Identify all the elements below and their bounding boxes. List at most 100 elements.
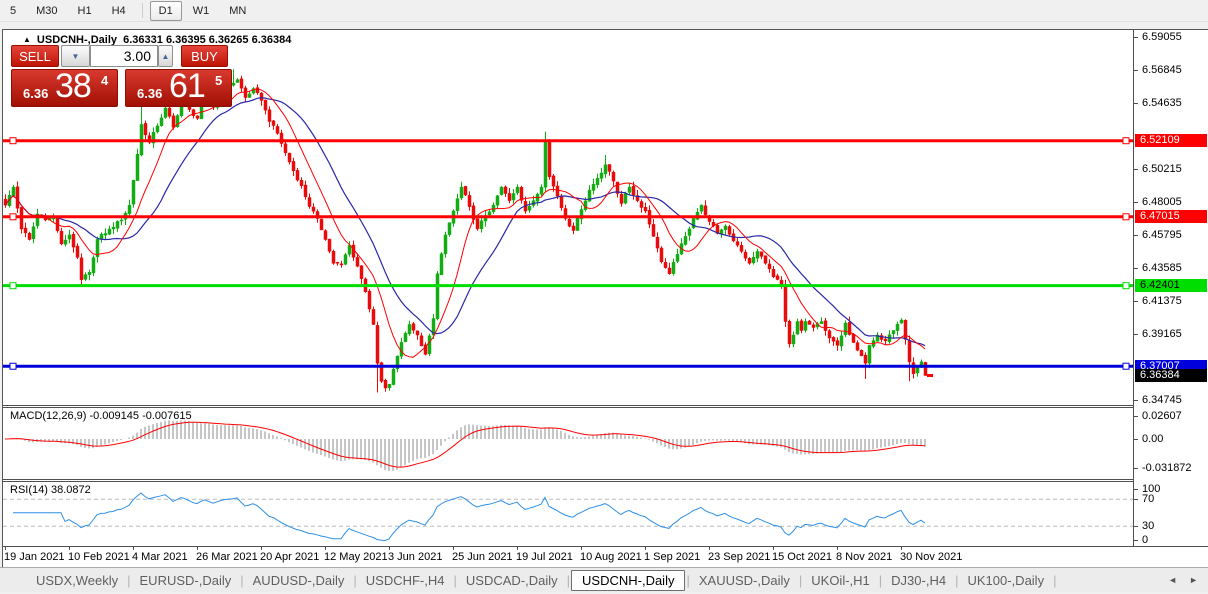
tab-scroll-left-icon[interactable]: ◄ xyxy=(1168,575,1177,585)
timeframe-h1[interactable]: H1 xyxy=(69,1,101,21)
date-tick-label: 8 Nov 2021 xyxy=(836,551,892,563)
pane-separator[interactable] xyxy=(3,481,1208,482)
date-tick-mark xyxy=(261,546,262,550)
price-tick-mark xyxy=(1134,235,1138,236)
date-tick-mark xyxy=(773,546,774,550)
date-tick-label: 15 Oct 2021 xyxy=(772,551,832,563)
line-handle xyxy=(10,214,16,220)
line-handle xyxy=(1123,138,1129,144)
buy-button[interactable]: BUY xyxy=(181,45,228,67)
current-price-label: 6.36384 xyxy=(1135,369,1207,382)
rsi-tick-label: 0 xyxy=(1142,534,1148,546)
macd-tick-mark xyxy=(1134,439,1138,440)
chart-tab-uk100[interactable]: UK100-,Daily xyxy=(959,570,1052,591)
rsi-indicator-label: RSI(14) 38.0872 xyxy=(10,484,91,496)
chart-tab-dj30[interactable]: DJ30-,H4 xyxy=(883,570,954,591)
price-tick-label: 6.54635 xyxy=(1142,97,1182,109)
date-tick-label: 30 Nov 2021 xyxy=(900,551,962,563)
chart-tab-usdx[interactable]: USDX,Weekly xyxy=(28,570,126,591)
timeframe-toolbar: 5M30H1H4 D1W1MN xyxy=(0,0,1208,22)
rsi-tick-mark xyxy=(1134,499,1138,500)
line-handle xyxy=(1123,283,1129,289)
chart-tab-usdchf[interactable]: USDCHF-,H4 xyxy=(358,570,453,591)
date-tick-mark xyxy=(517,546,518,550)
level-price-label: 6.42401 xyxy=(1135,279,1207,292)
sell-button[interactable]: SELL xyxy=(11,45,59,67)
chart-tab-xauusd[interactable]: XAUUSD-,Daily xyxy=(691,570,798,591)
price-tick-label: 6.56845 xyxy=(1142,64,1182,76)
price-tick-label: 6.59055 xyxy=(1142,31,1182,43)
tab-scroll-right-icon[interactable]: ► xyxy=(1189,575,1198,585)
price-tick-mark xyxy=(1134,334,1138,335)
triangle-up-icon: ▲ xyxy=(162,52,170,61)
price-tick-mark xyxy=(1134,70,1138,71)
macd-tick-label: 0.02607 xyxy=(1142,410,1182,422)
line-handle xyxy=(10,283,16,289)
timeframe-5[interactable]: 5 xyxy=(1,1,25,21)
chart-tab-bar: USDX,Weekly|EURUSD-,Daily|AUDUSD-,Daily|… xyxy=(0,567,1208,592)
rsi-tick-mark xyxy=(1134,489,1138,490)
price-tick-mark xyxy=(1134,202,1138,203)
time-axis[interactable]: 19 Jan 202110 Feb 20214 Mar 202126 Mar 2… xyxy=(3,550,1133,566)
date-tick-label: 10 Aug 2021 xyxy=(580,551,642,563)
macd-histogram xyxy=(5,420,925,471)
macd-tick-label: -0.031872 xyxy=(1142,462,1192,474)
chart-tab-eurusd[interactable]: EURUSD-,Daily xyxy=(132,570,240,591)
buy-price-pips: 61 xyxy=(169,67,205,106)
macd-tick-mark xyxy=(1134,416,1138,417)
price-tick-mark xyxy=(1134,400,1138,401)
date-tick-label: 23 Sep 2021 xyxy=(708,551,770,563)
sell-price-point: 4 xyxy=(101,73,108,88)
level-price-label: 6.47015 xyxy=(1135,210,1207,223)
date-tick-label: 25 Jun 2021 xyxy=(452,551,513,563)
timeframe-d1[interactable]: D1 xyxy=(150,1,182,21)
triangle-down-icon: ▼ xyxy=(72,52,80,61)
timeframe-mn[interactable]: MN xyxy=(220,1,255,21)
chart-tab-usdcad[interactable]: USDCAD-,Daily xyxy=(458,570,566,591)
date-tick-label: 3 Jun 2021 xyxy=(388,551,442,563)
timeframe-w1[interactable]: W1 xyxy=(184,1,219,21)
date-tick-mark xyxy=(709,546,710,550)
date-tick-mark xyxy=(389,546,390,550)
line-handle xyxy=(10,363,16,369)
rsi-tick-mark xyxy=(1134,526,1138,527)
pane-separator xyxy=(3,546,1208,547)
volume-decrease-button[interactable]: ▼ xyxy=(61,45,90,67)
price-tick-mark xyxy=(1134,103,1138,104)
date-tick-mark xyxy=(453,546,454,550)
rsi-line xyxy=(13,493,925,541)
chart-tab-ukoil[interactable]: UKOil-,H1 xyxy=(803,570,878,591)
pane-separator[interactable] xyxy=(3,405,1208,406)
date-tick-mark xyxy=(133,546,134,550)
chart-tab-usdcnh[interactable]: USDCNH-,Daily xyxy=(571,570,685,591)
volume-increase-button[interactable]: ▲ xyxy=(158,45,173,67)
volume-input[interactable]: 3.00 xyxy=(90,45,158,67)
date-tick-label: 4 Mar 2021 xyxy=(132,551,188,563)
buy-price-base: 6.36 xyxy=(137,86,162,101)
date-tick-label: 26 Mar 2021 xyxy=(196,551,258,563)
price-tick-mark xyxy=(1134,37,1138,38)
rsi-tick-label: 70 xyxy=(1142,493,1154,505)
date-tick-label: 19 Jul 2021 xyxy=(516,551,573,563)
timeframe-h4[interactable]: H4 xyxy=(103,1,135,21)
sell-price-display[interactable]: 6.36 38 4 xyxy=(11,69,118,107)
price-tick-label: 6.50215 xyxy=(1142,163,1182,175)
price-axis[interactable]: 6.590556.568456.546356.502156.480056.457… xyxy=(1133,30,1208,546)
date-tick-mark xyxy=(837,546,838,550)
line-handle xyxy=(1123,363,1129,369)
date-tick-mark xyxy=(325,546,326,550)
price-tick-label: 6.39165 xyxy=(1142,328,1182,340)
macd-tick-mark xyxy=(1134,468,1138,469)
date-tick-label: 1 Sep 2021 xyxy=(644,551,700,563)
buy-price-display[interactable]: 6.36 61 5 xyxy=(125,69,232,107)
level-price-label: 6.52109 xyxy=(1135,134,1207,147)
line-handle xyxy=(1123,214,1129,220)
pane-separator[interactable] xyxy=(3,407,1208,408)
date-tick-label: 20 Apr 2021 xyxy=(260,551,319,563)
pane-separator[interactable] xyxy=(3,479,1208,480)
macd-indicator-label: MACD(12,26,9) -0.009145 -0.007615 xyxy=(10,410,192,422)
chart-tab-audusd[interactable]: AUDUSD-,Daily xyxy=(245,570,353,591)
collapse-panel-icon[interactable]: ▲ xyxy=(23,35,31,44)
price-tick-label: 6.45795 xyxy=(1142,229,1182,241)
timeframe-m30[interactable]: M30 xyxy=(27,1,66,21)
